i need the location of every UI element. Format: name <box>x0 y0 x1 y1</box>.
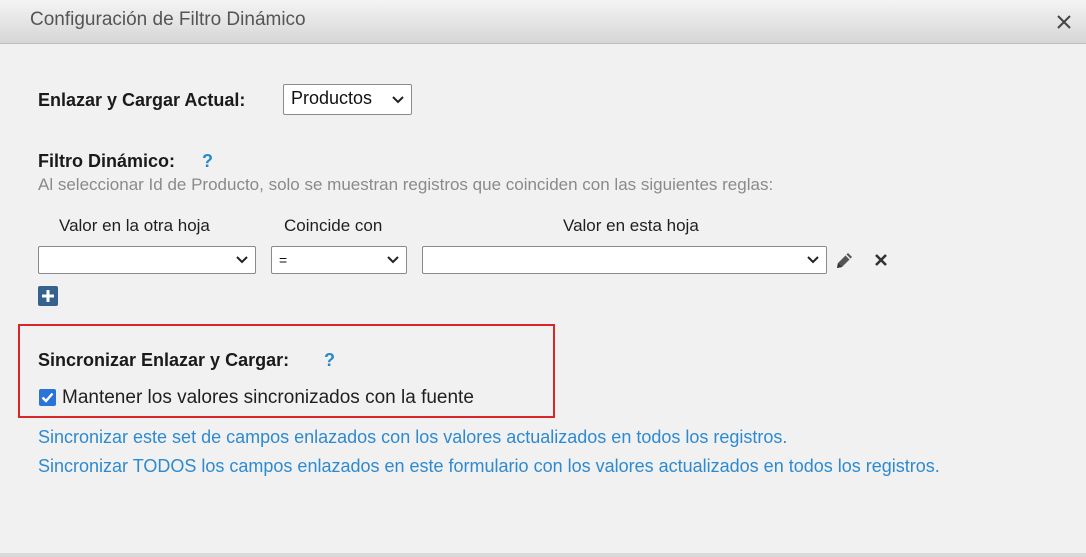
plus-icon <box>42 290 54 302</box>
column-header-matches: Coincide con <box>284 216 383 235</box>
chevron-down-icon <box>236 256 248 264</box>
dynamic-filter-help-icon[interactable]: ? <box>202 151 213 172</box>
sync-all-link[interactable]: Sincronizar TODOS los campos enlazados e… <box>38 456 940 477</box>
sync-label: Sincronizar Enlazar y Cargar: <box>38 350 290 370</box>
link-load-select[interactable]: Productos <box>283 84 412 115</box>
column-header-other-sheet: Valor en la otra hoja <box>59 216 210 235</box>
sync-help-icon[interactable]: ? <box>324 350 335 371</box>
dynamic-filter-description: Al seleccionar Id de Producto, solo se m… <box>38 175 774 194</box>
sync-this-set-link[interactable]: Sincronizar este set de campos enlazados… <box>38 427 787 448</box>
dialog-bottom-border <box>0 553 1086 557</box>
column-header-this-sheet: Valor en esta hoja <box>563 216 699 235</box>
other-sheet-value-select[interactable] <box>38 246 256 274</box>
dynamic-filter-label: Filtro Dinámico: <box>38 151 176 171</box>
this-sheet-value-select[interactable] <box>422 246 827 274</box>
chevron-down-icon <box>387 256 399 264</box>
keep-synced-checkbox[interactable] <box>39 389 56 406</box>
chevron-down-icon <box>392 95 404 103</box>
checkmark-icon <box>41 392 54 403</box>
chevron-down-icon <box>807 256 819 264</box>
keep-synced-label[interactable]: Mantener los valores sincronizados con l… <box>62 387 474 409</box>
dialog-title: Configuración de Filtro Dinámico <box>30 9 306 30</box>
link-load-value: Productos <box>291 88 373 108</box>
dialog-titlebar: Configuración de Filtro Dinámico <box>0 0 1086 44</box>
delete-rule-icon[interactable] <box>872 251 890 269</box>
operator-select[interactable]: = <box>271 246 407 274</box>
link-load-label: Enlazar y Cargar Actual: <box>38 90 246 110</box>
add-rule-button[interactable] <box>38 286 58 306</box>
pencil-icon[interactable] <box>833 250 855 272</box>
operator-value: = <box>279 252 288 268</box>
close-icon[interactable] <box>1052 10 1076 34</box>
